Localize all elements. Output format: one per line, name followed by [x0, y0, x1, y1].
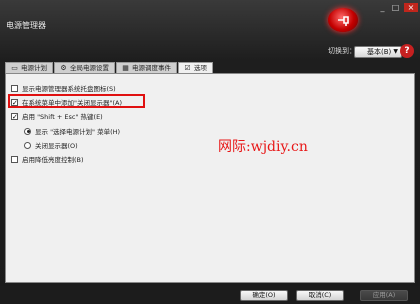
- help-icon[interactable]: ?: [400, 44, 414, 58]
- gear-icon: ⚙: [60, 63, 67, 72]
- hotkey-option[interactable]: ✓ 启用 "Shift + Esc" 热键(E): [11, 111, 103, 121]
- window-title: 电源管理器: [6, 21, 46, 30]
- radio-show-menu[interactable]: 显示 "选择电源计划" 菜单(H): [24, 126, 120, 136]
- turn-off-display-radio[interactable]: [24, 141, 31, 149]
- tab-label: 电源调度事件: [132, 64, 171, 72]
- show-menu-label: 显示 "选择电源计划" 菜单(H): [35, 128, 121, 136]
- minimize-button[interactable]: _: [377, 3, 388, 12]
- brightness-label: 启用降低亮度控制(B): [22, 156, 84, 164]
- power-manager-window: 电源管理器 _ □ × 切换到： 基本(B) ▼ ? ▭ 电源计划 ⚙ 全局电源…: [0, 0, 420, 304]
- tab-power-plans[interactable]: ▭ 电源计划: [5, 62, 53, 73]
- tray-icon-label: 显示电源管理器系统托盘图标(S): [22, 85, 116, 93]
- radio-turn-off-display[interactable]: 关闭显示器(O): [24, 140, 78, 150]
- battery-icon: ▭: [11, 63, 18, 72]
- tray-icon-option[interactable]: 显示电源管理器系统托盘图标(S): [11, 83, 116, 93]
- power-plug-logo-icon: [328, 8, 358, 32]
- calendar-icon: ▦: [122, 63, 129, 72]
- tab-global-settings[interactable]: ⚙ 全局电源设置: [54, 62, 115, 73]
- tab-bar: ▭ 电源计划 ⚙ 全局电源设置 ▦ 电源调度事件 ☑ 选项: [5, 62, 214, 73]
- switch-mode-dropdown[interactable]: 基本(B) ▼: [354, 46, 402, 58]
- brightness-checkbox[interactable]: [11, 155, 18, 163]
- close-button[interactable]: ×: [404, 3, 418, 12]
- tray-icon-checkbox[interactable]: [11, 84, 18, 92]
- tab-label: 电源计划: [21, 64, 47, 72]
- chevron-down-icon: ▼: [393, 48, 398, 55]
- cancel-button[interactable]: 取消(C): [296, 290, 344, 301]
- switch-mode-value: 基本(B): [367, 48, 392, 56]
- tab-options[interactable]: ☑ 选项: [178, 62, 213, 73]
- checkbox-icon: ☑: [184, 63, 191, 72]
- tab-schedule-events[interactable]: ▦ 电源调度事件: [116, 62, 177, 73]
- hotkey-label: 启用 "Shift + Esc" 热键(E): [22, 113, 103, 121]
- watermark-text: 网际:wjdiy.cn: [218, 139, 308, 155]
- maximize-button[interactable]: □: [390, 3, 401, 12]
- ok-button[interactable]: 确定(O): [240, 290, 288, 301]
- turn-off-display-label: 关闭显示器(O): [35, 142, 78, 150]
- tab-label: 选项: [194, 64, 207, 72]
- tab-label: 全局电源设置: [70, 64, 109, 72]
- bottom-bar: [0, 286, 420, 304]
- switch-label: 切换到：: [328, 47, 356, 55]
- apply-button[interactable]: 应用(A): [360, 290, 408, 301]
- show-menu-radio[interactable]: [24, 127, 31, 135]
- highlight-box: [8, 94, 145, 108]
- brightness-option[interactable]: 启用降低亮度控制(B): [11, 154, 84, 164]
- hotkey-checkbox[interactable]: ✓: [11, 112, 18, 120]
